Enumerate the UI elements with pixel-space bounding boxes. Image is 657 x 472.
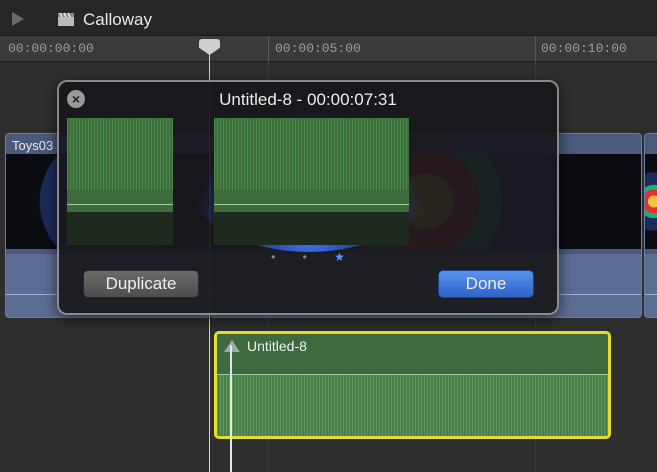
timecode-5: 00:00:05:00 xyxy=(275,41,361,56)
clip-thumbnail xyxy=(645,154,657,249)
clip-audio-waveform xyxy=(645,254,657,317)
pager-dots: • • ★ xyxy=(59,250,557,264)
connected-audio-clip[interactable]: Untitled-8 xyxy=(214,331,611,439)
duplicate-button[interactable]: Duplicate xyxy=(83,270,199,298)
timecode-10: 00:00:10:00 xyxy=(541,41,627,56)
ruler-tick xyxy=(535,36,536,62)
audition-clip-current[interactable] xyxy=(214,118,409,245)
timeline-ruler[interactable]: 00:00:00:00 00:00:05:00 00:00:10:00 xyxy=(0,36,657,62)
project-title: Calloway xyxy=(83,10,152,29)
audio-clip-label: Untitled-8 xyxy=(247,338,307,354)
clapperboard-icon xyxy=(58,12,74,26)
clip-volume-line xyxy=(214,204,409,205)
clip-connection-marker xyxy=(224,340,240,352)
pager-dot[interactable]: • • xyxy=(271,250,319,264)
project-bar: Calloway xyxy=(0,0,657,36)
video-clip-right[interactable] xyxy=(644,133,657,318)
star-icon[interactable]: ★ xyxy=(334,250,345,264)
clip-waveform xyxy=(67,118,173,190)
clip-reflection xyxy=(67,212,173,245)
play-icon[interactable] xyxy=(12,12,24,26)
clip-volume-line xyxy=(67,204,173,205)
clip-reflection xyxy=(214,212,409,245)
skimmer-line xyxy=(230,345,232,472)
clip-label: Toys03 xyxy=(12,138,54,153)
audition-clip-previous[interactable] xyxy=(67,118,173,245)
audio-waveform xyxy=(217,374,608,436)
audition-popover: × Untitled-8 - 00:00:07:31 • • ★ Duplica… xyxy=(57,80,559,315)
timecode-0: 00:00:00:00 xyxy=(8,41,94,56)
ruler-tick xyxy=(268,36,269,62)
popover-title: Untitled-8 - 00:00:07:31 xyxy=(219,90,397,109)
done-button[interactable]: Done xyxy=(438,270,534,298)
clip-waveform xyxy=(214,118,409,190)
volume-line[interactable] xyxy=(217,374,608,375)
